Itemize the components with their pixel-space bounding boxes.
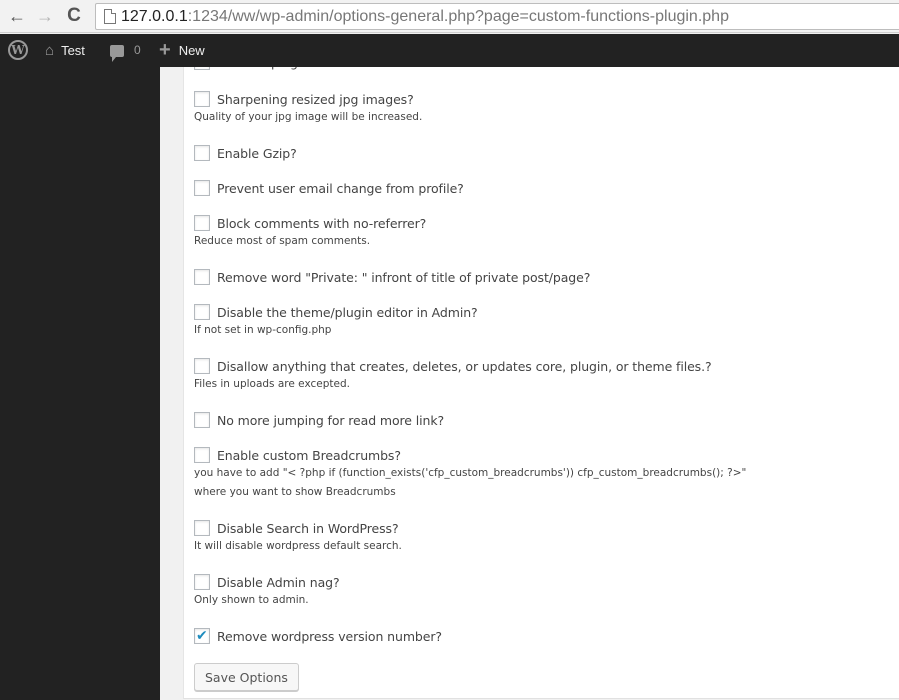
wordpress-logo-icon[interactable]: W (8, 40, 28, 60)
option-description: If not set in wp-config.php (194, 324, 332, 336)
option-item: Disallow anything that creates, deletes,… (194, 357, 712, 394)
option-item: Remove wordpress version number? (194, 627, 442, 645)
option-row[interactable]: Remove word "Private: " infront of title… (194, 268, 590, 286)
option-row[interactable]: Disable Admin nag? (194, 573, 340, 591)
option-item: Disable Search in WordPress? It will disa… (194, 519, 402, 556)
option-item: Block comments with no-referrer? Reduce m… (194, 214, 426, 251)
url-text[interactable]: 127.0.0.1:1234/ww/wp-admin/options-gener… (121, 7, 729, 27)
url-host: 127.0.0.1 (121, 8, 188, 25)
option-item: Enable Gzip? (194, 144, 297, 162)
option-description: you have to add "< ?php if (function_exi… (194, 467, 747, 479)
checkbox[interactable] (194, 180, 210, 196)
option-description: Reduce most of spam comments. (194, 235, 371, 247)
site-name: Test (61, 43, 85, 58)
option-label: Enable Gzip? (217, 145, 297, 161)
save-options-button[interactable]: Save Options (194, 663, 299, 691)
comment-count: 0 (134, 43, 141, 57)
site-name-link[interactable]: ⌂ Test (45, 34, 85, 67)
option-description: where you want to show Breadcrumbs (194, 486, 396, 498)
option-row[interactable]: Sharpening resized jpg images? (194, 90, 422, 108)
address-bar[interactable]: 127.0.0.1:1234/ww/wp-admin/options-gener… (95, 3, 899, 30)
option-label: Block comments with no-referrer? (217, 215, 427, 231)
home-icon: ⌂ (45, 42, 55, 59)
checkbox[interactable] (194, 304, 210, 320)
option-item: Disable Admin nag? Only shown to admin. (194, 573, 340, 610)
option-description: Files in uploads are excepted. (194, 378, 350, 390)
wp-admin-bar: W ⌂ Test 0 + New (0, 34, 899, 67)
comment-bubble-icon (110, 44, 124, 62)
option-row[interactable]: Disallow anything that creates, deletes,… (194, 357, 712, 375)
option-row[interactable]: Block comments with no-referrer? (194, 214, 426, 232)
checkbox-checked[interactable] (194, 627, 210, 644)
page-icon (104, 9, 116, 24)
url-path: :1234/ww/wp-admin/options-general.php?pa… (187, 8, 729, 25)
option-label: Disable the theme/plugin editor in Admin… (217, 304, 478, 320)
forward-arrow-icon[interactable]: → (34, 5, 56, 27)
checkbox[interactable] (194, 574, 210, 590)
admin-sidebar (0, 67, 160, 700)
checkbox[interactable] (194, 412, 210, 428)
option-row[interactable]: Enable custom Breadcrumbs? (194, 446, 746, 464)
option-item: No more jumping for read more link? (194, 411, 444, 429)
checkbox[interactable] (194, 447, 210, 463)
option-row[interactable]: Disable the theme/plugin editor in Admin… (194, 303, 478, 321)
checkbox[interactable] (194, 215, 210, 231)
checkbox[interactable] (194, 91, 210, 107)
option-description: Quality of your jpg image will be increa… (194, 111, 423, 123)
option-description: Only shown to admin. (194, 594, 309, 606)
browser-toolbar: ← → C 127.0.0.1:1234/ww/wp-admin/options… (0, 0, 899, 33)
option-item: Remove word "Private: " infront of title… (194, 268, 590, 286)
option-label: Remove word "Private: " infront of title… (217, 269, 591, 285)
option-label: Disable Search in WordPress? (217, 520, 399, 536)
option-row[interactable]: Prevent user email change from profile? (194, 179, 464, 197)
option-item: Sharpening resized jpg images? Quality of… (194, 90, 422, 127)
option-item: Enable custom Breadcrumbs? you have to ad… (194, 446, 746, 502)
back-arrow-icon[interactable]: ← (6, 5, 28, 27)
option-label: Disallow anything that creates, deletes,… (217, 358, 712, 374)
checkbox[interactable] (194, 269, 210, 285)
option-label: Remove wordpress version number? (217, 628, 442, 644)
option-row[interactable]: Remove wordpress version number? (194, 627, 442, 645)
new-content-link[interactable]: + New (159, 34, 205, 67)
option-label: Sharpening resized jpg images? (217, 91, 414, 107)
option-item: Prevent user email change from profile? (194, 179, 464, 197)
option-row[interactable]: Enable Gzip? (194, 144, 297, 162)
checkbox[interactable] (194, 145, 210, 161)
option-label: Prevent user email change from profile? (217, 180, 464, 196)
option-label: Disable Admin nag? (217, 574, 340, 590)
option-item: Disable the theme/plugin editor in Admin… (194, 303, 478, 340)
options-panel: Save Options Remove pings to self.Sharpe… (183, 50, 899, 699)
comments-link[interactable]: 0 (110, 34, 141, 67)
reload-icon[interactable]: C (63, 5, 85, 27)
option-row[interactable]: No more jumping for read more link? (194, 411, 444, 429)
option-label: Enable custom Breadcrumbs? (217, 447, 401, 463)
plus-icon: + (159, 39, 171, 61)
checkbox[interactable] (194, 358, 210, 374)
option-label: No more jumping for read more link? (217, 412, 445, 428)
checkbox[interactable] (194, 520, 210, 536)
new-label: New (178, 43, 205, 58)
option-description: It will disable wordpress default search… (194, 540, 402, 552)
option-row[interactable]: Disable Search in WordPress? (194, 519, 402, 537)
